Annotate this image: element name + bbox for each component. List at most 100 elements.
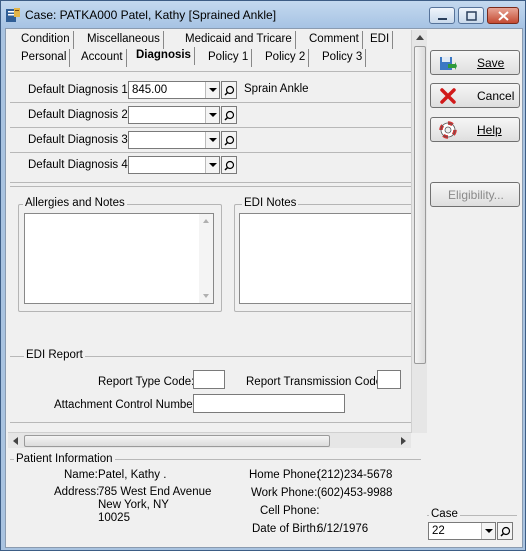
tab-label: Comment (309, 33, 359, 45)
patient-address-line2: New York, NY (98, 499, 169, 511)
tab-policy-3[interactable]: Policy 3 (319, 49, 367, 67)
close-button[interactable] (487, 7, 519, 24)
edi-report-title: EDI Report (24, 349, 85, 361)
separator (10, 71, 411, 72)
diagnosis-panel: Default Diagnosis 1: 845.00 Sprain Ankle… (10, 70, 411, 430)
transmission-label: Report Transmission Code: (246, 376, 386, 388)
home-phone: (212)234-5678 (317, 469, 393, 481)
chevron-down-icon[interactable] (481, 523, 495, 539)
cancel-button[interactable]: Cancel (430, 83, 520, 108)
tab-comment[interactable]: Comment (306, 31, 363, 49)
cancel-label: Cancel (477, 89, 515, 103)
attachment-label: Attachment Control Number: (54, 399, 200, 411)
diagnosis-1-description: Sprain Ankle (244, 83, 309, 95)
diagnosis-3-lookup-button[interactable] (221, 131, 237, 149)
work-phone: (602)453-9988 (317, 487, 393, 499)
attachment-control-number-field[interactable] (193, 394, 345, 413)
horizontal-scroll-thumb[interactable] (24, 435, 330, 447)
scroll-up-icon[interactable] (415, 33, 425, 43)
vertical-scroll-thumb[interactable] (414, 46, 426, 364)
chevron-down-icon[interactable] (205, 82, 219, 98)
help-lifebuoy-icon (439, 121, 457, 139)
diagnosis-2-lookup-button[interactable] (221, 106, 237, 124)
case-label: Case (429, 508, 460, 520)
patient-name-label: Name: (64, 469, 98, 481)
tab-label: Condition (21, 33, 70, 45)
case-selector: Case 22 (427, 508, 517, 544)
tab-label: Account (81, 51, 123, 63)
work-phone-label: Work Phone: (251, 487, 318, 499)
row-separator (10, 152, 411, 153)
tab-edi[interactable]: EDI (367, 31, 394, 49)
case-lookup-button[interactable] (497, 522, 513, 540)
client-area: Condition Miscellaneous Medicaid and Tri… (5, 28, 523, 548)
tab-medicaid-tricare[interactable]: Medicaid and Tricare (182, 31, 296, 49)
tab-account[interactable]: Account (78, 49, 127, 67)
case-value: 22 (432, 525, 445, 537)
tab-personal[interactable]: Personal (18, 49, 71, 67)
vertical-scrollbar[interactable] (411, 30, 427, 433)
save-label: Save (477, 56, 505, 70)
case-window: Case: PATKA000 Patel, Kathy [Sprained An… (0, 0, 526, 551)
help-label: Help (477, 123, 502, 137)
section-separator (10, 182, 411, 183)
eligibility-button[interactable]: Eligibility... (430, 182, 520, 207)
cancel-icon (440, 88, 456, 104)
tab-condition[interactable]: Condition (18, 31, 74, 49)
save-button[interactable]: Save (430, 50, 520, 75)
report-type-code-field[interactable] (193, 370, 225, 389)
magnifier-icon (224, 85, 235, 96)
tab-label: Policy 1 (208, 51, 249, 63)
diagnosis-4-label: Default Diagnosis 4: (28, 159, 131, 171)
tab-policy-1[interactable]: Policy 1 (205, 49, 253, 67)
patient-name: Patel, Kathy . (98, 469, 167, 481)
diagnosis-1-label: Default Diagnosis 1: (28, 84, 131, 96)
tab-label: Miscellaneous (87, 33, 160, 45)
maximize-button[interactable] (458, 7, 484, 24)
help-button[interactable]: Help (430, 117, 520, 142)
chevron-down-icon[interactable] (205, 107, 219, 123)
window-title: Case: PATKA000 Patel, Kathy [Sprained An… (25, 8, 277, 22)
row-separator (10, 127, 411, 128)
magnifier-icon (224, 110, 235, 121)
diagnosis-4-combo[interactable] (128, 156, 220, 174)
title-bar[interactable]: Case: PATKA000 Patel, Kathy [Sprained An… (1, 1, 525, 29)
tab-label: Policy 2 (265, 51, 306, 63)
scroll-left-icon[interactable] (11, 436, 21, 446)
eligibility-label: Eligibility... (448, 188, 504, 202)
edi-notes-textarea[interactable] (239, 213, 411, 304)
close-icon (498, 11, 509, 21)
horizontal-scrollbar[interactable] (8, 432, 411, 448)
patient-info-title: Patient Information (14, 453, 115, 465)
tab-strip: Condition Miscellaneous Medicaid and Tri… (10, 29, 415, 69)
diagnosis-2-combo[interactable] (128, 106, 220, 124)
diagnosis-1-lookup-button[interactable] (221, 81, 237, 99)
tab-label: EDI (370, 33, 390, 45)
minimize-button[interactable] (429, 7, 455, 24)
allergies-title: Allergies and Notes (23, 197, 127, 209)
case-combo[interactable]: 22 (428, 522, 496, 540)
scroll-right-icon[interactable] (398, 436, 408, 446)
diagnosis-1-value: 845.00 (132, 84, 168, 96)
textarea-scrollbar[interactable] (199, 214, 213, 303)
edi-notes-title: EDI Notes (242, 197, 299, 209)
tab-label: Policy 3 (322, 51, 363, 63)
chevron-down-icon[interactable] (205, 132, 219, 148)
dob-label: Date of Birth: (252, 523, 320, 535)
maximize-icon (466, 11, 477, 21)
tab-policy-2[interactable]: Policy 2 (262, 49, 310, 67)
report-transmission-code-field[interactable] (377, 370, 401, 389)
diagnosis-4-lookup-button[interactable] (221, 156, 237, 174)
app-icon (6, 8, 20, 22)
magnifier-icon (224, 135, 235, 146)
diagnosis-3-combo[interactable] (128, 131, 220, 149)
row-separator (10, 102, 411, 103)
tab-label: Personal (21, 51, 67, 63)
section-separator (10, 186, 411, 187)
date-of-birth: 6/12/1976 (317, 523, 369, 535)
bottom-separator (10, 422, 411, 423)
chevron-down-icon[interactable] (205, 157, 219, 173)
diagnosis-1-combo[interactable]: 845.00 (128, 81, 220, 99)
tab-diagnosis[interactable]: Diagnosis (133, 47, 195, 65)
allergies-notes-textarea[interactable] (24, 213, 214, 304)
